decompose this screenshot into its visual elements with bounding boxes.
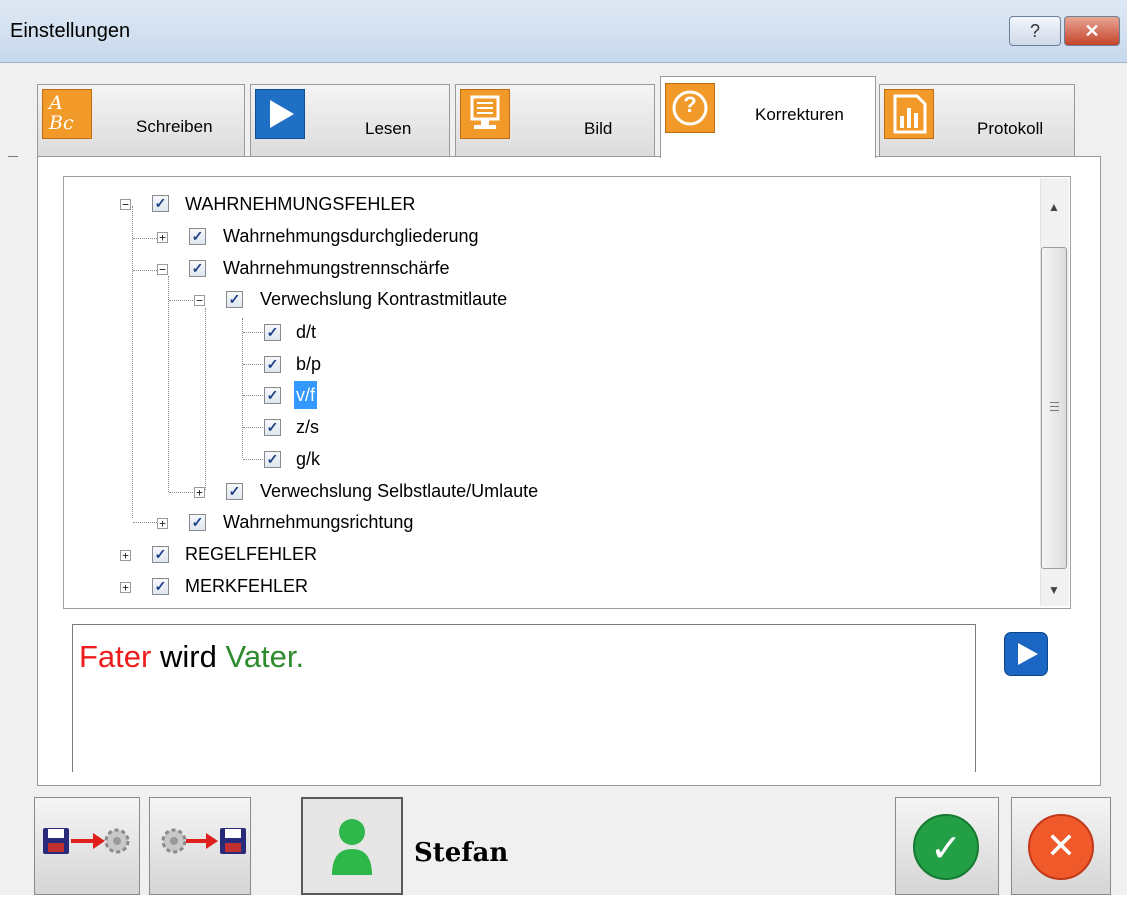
- tab-label-protokoll: Protokoll: [977, 119, 1044, 138]
- export-settings-button[interactable]: [34, 797, 140, 895]
- expand-icon[interactable]: +: [120, 550, 131, 561]
- tree-node-label[interactable]: WAHRNEHMUNGSFEHLER: [183, 190, 417, 218]
- user-profile-button[interactable]: [301, 797, 403, 895]
- checkbox[interactable]: ✓: [264, 419, 281, 436]
- scrollbar-thumb[interactable]: [1041, 247, 1067, 569]
- bar-chart-icon: [884, 89, 934, 139]
- tree-node-label[interactable]: d/t: [294, 318, 318, 346]
- cancel-icon: ✕: [1028, 814, 1094, 880]
- checkbox[interactable]: ✓: [189, 228, 206, 245]
- checkbox[interactable]: ✓: [152, 195, 169, 212]
- ok-glyph: ✓: [930, 826, 962, 870]
- tree-node-label[interactable]: MERKFEHLER: [183, 572, 310, 600]
- checkbox[interactable]: ✓: [152, 578, 169, 595]
- abc-icon-text: A Bc: [49, 92, 74, 134]
- gear-to-floppy-icon: [161, 828, 246, 854]
- tree-node-label[interactable]: z/s: [294, 413, 321, 441]
- expand-icon[interactable]: +: [157, 232, 168, 243]
- question-icon-glyph: ?: [683, 92, 697, 117]
- play-icon: [255, 89, 305, 139]
- tab-label-schreiben: Schreiben: [136, 117, 213, 136]
- cancel-button[interactable]: ✕: [1011, 797, 1111, 895]
- tab-schreiben[interactable]: A Bc Schreiben: [37, 84, 245, 156]
- collapse-icon[interactable]: −: [157, 264, 168, 275]
- scroll-up-arrow-icon[interactable]: ▲: [1040, 192, 1068, 222]
- tab-lesen[interactable]: Lesen: [250, 84, 450, 156]
- tree-node-label[interactable]: Wahrnehmungstrennschärfe: [221, 254, 451, 282]
- tree-node-label[interactable]: b/p: [294, 350, 323, 378]
- checkbox[interactable]: ✓: [189, 514, 206, 531]
- question-icon: ?: [665, 83, 715, 133]
- ok-button[interactable]: ✓: [895, 797, 999, 895]
- tree-line: [243, 332, 263, 333]
- title-bar: Einstellungen ? ✕: [0, 0, 1127, 63]
- tree-node-label[interactable]: g/k: [294, 445, 322, 473]
- checkbox[interactable]: ✓: [152, 546, 169, 563]
- help-button[interactable]: ?: [1009, 16, 1061, 46]
- scroll-down-arrow-icon[interactable]: ▼: [1040, 575, 1068, 605]
- tree-line: [243, 459, 263, 460]
- tree-node-label[interactable]: REGELFEHLER: [183, 540, 319, 568]
- tree-line: [243, 364, 263, 365]
- tree-line: [243, 427, 263, 428]
- tree-line: [243, 395, 263, 396]
- play-icon: [1018, 643, 1038, 665]
- tree-line: [205, 308, 206, 490]
- example-correct-word: Vater.: [225, 639, 305, 674]
- close-button[interactable]: ✕: [1064, 16, 1120, 46]
- example-middle-text: wird: [151, 639, 226, 674]
- cancel-glyph: ✕: [1045, 826, 1077, 867]
- expand-icon[interactable]: +: [194, 487, 205, 498]
- checkbox[interactable]: ✓: [264, 451, 281, 468]
- example-wrong-word: Fater: [79, 639, 152, 674]
- checkbox[interactable]: ✓: [264, 387, 281, 404]
- checkbox[interactable]: ✓: [226, 291, 243, 308]
- collapse-icon[interactable]: −: [194, 295, 205, 306]
- checkbox[interactable]: ✓: [226, 483, 243, 500]
- abc-icon: A Bc: [42, 89, 92, 139]
- collapse-icon[interactable]: −: [120, 199, 131, 210]
- tab-korrekturen[interactable]: ? Korrekturen: [660, 76, 876, 158]
- checkmark-icon: ✓: [913, 814, 979, 880]
- tab-label-bild: Bild: [584, 119, 613, 138]
- tab-label-lesen: Lesen: [365, 119, 412, 138]
- user-name: Stefan: [414, 838, 509, 868]
- expand-icon[interactable]: +: [157, 518, 168, 529]
- tree-line: [242, 318, 243, 458]
- tree-line: [168, 276, 169, 492]
- tree-node-label[interactable]: Verwechslung Selbstlaute/Umlaute: [258, 477, 540, 505]
- tree-node-label[interactable]: Wahrnehmungsdurchgliederung: [221, 222, 481, 250]
- checkbox[interactable]: ✓: [189, 260, 206, 277]
- monitor-icon: [460, 89, 510, 139]
- play-example-button[interactable]: [1004, 632, 1048, 676]
- tab-bild[interactable]: Bild: [455, 84, 655, 156]
- example-preview-box: Fater wird Vater.: [72, 624, 976, 772]
- tab-protokoll[interactable]: Protokoll: [879, 84, 1075, 156]
- window-title: Einstellungen: [10, 20, 131, 42]
- checkbox[interactable]: ✓: [264, 324, 281, 341]
- user-icon: [332, 819, 372, 875]
- tree-node-label[interactable]: v/f: [294, 381, 318, 409]
- tree-node-label[interactable]: Wahrnehmungsrichtung: [221, 508, 415, 536]
- checkbox[interactable]: ✓: [264, 356, 281, 373]
- expand-icon[interactable]: +: [120, 582, 131, 593]
- panel-edge-mark: [8, 156, 18, 157]
- grip-icon-mid: [1050, 406, 1059, 407]
- tab-label-korrekturen: Korrekturen: [755, 105, 844, 124]
- import-settings-button[interactable]: [149, 797, 251, 895]
- tree-line: [132, 206, 133, 518]
- floppy-to-gear-icon: [43, 828, 130, 854]
- tree-node-label[interactable]: Verwechslung Kontrastmitlaute: [258, 285, 509, 313]
